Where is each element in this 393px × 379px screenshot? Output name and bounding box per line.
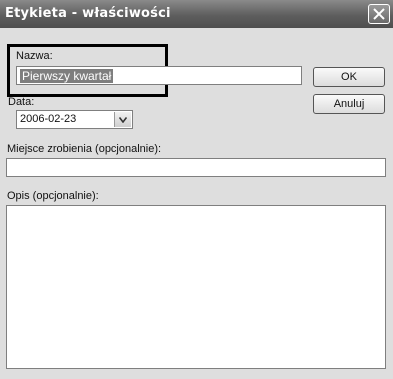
ok-button[interactable]: OK — [313, 67, 385, 87]
title-bar[interactable]: Etykieta - właściwości — [0, 0, 393, 28]
place-label: Miejsce zrobienia (opcjonalnie): — [7, 143, 162, 155]
place-input[interactable] — [6, 158, 386, 177]
date-label: Data: — [8, 96, 35, 108]
description-label: Opis (opcjonalnie): — [7, 190, 99, 202]
dialog-title: Etykieta - właściwości — [5, 6, 171, 21]
date-value: 2006-02-23 — [20, 113, 77, 125]
description-textarea[interactable] — [6, 205, 386, 369]
cancel-button[interactable]: Anuluj — [313, 94, 385, 114]
date-select[interactable]: 2006-02-23 — [16, 110, 133, 129]
date-dropdown-button[interactable] — [114, 112, 131, 127]
properties-dialog: Etykieta - właściwości Nazwa: Pierwszy k… — [0, 0, 393, 379]
name-input[interactable]: Pierwszy kwartał — [16, 66, 302, 85]
close-button[interactable] — [368, 4, 390, 24]
close-icon — [373, 8, 385, 20]
name-input-value: Pierwszy kwartał — [20, 69, 114, 83]
chevron-down-icon — [119, 117, 127, 123]
name-label: Nazwa: — [16, 50, 53, 62]
